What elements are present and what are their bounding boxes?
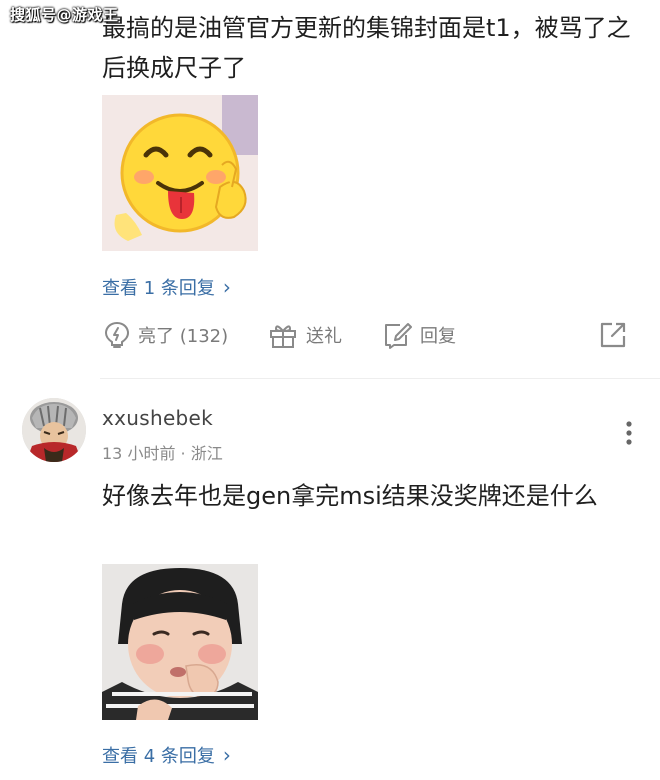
view-replies-link[interactable]: 查看 1 条回复 ›	[102, 274, 231, 300]
more-vertical-icon	[626, 421, 632, 445]
username[interactable]: xxushebek	[102, 406, 213, 430]
comment-meta: 13 小时前 · 浙江	[102, 444, 223, 463]
comment-actions-bar: 亮了 (132) 送礼 回复	[100, 318, 640, 352]
reply-label: 回复	[420, 326, 456, 347]
baby-face-image	[102, 564, 258, 720]
reply-button[interactable]: 回复	[382, 318, 456, 352]
chevron-right-icon: ›	[222, 743, 231, 767]
more-options-button[interactable]	[614, 418, 644, 448]
view-replies-label: 查看 4 条回复	[102, 746, 215, 767]
laughing-emoji-image	[102, 95, 258, 251]
laughing-emoji-sticker[interactable]	[102, 95, 258, 251]
view-replies-link[interactable]: 查看 4 条回复 ›	[102, 742, 231, 768]
lightbulb-icon	[104, 321, 130, 348]
share-button[interactable]	[598, 318, 628, 352]
comment-text: 好像去年也是gen拿完msi结果没奖牌还是什么	[102, 482, 598, 510]
source-watermark: 搜狐号@游戏王	[10, 6, 119, 24]
like-button[interactable]: 亮了 (132)	[104, 318, 228, 352]
gift-button[interactable]: 送礼	[268, 318, 342, 352]
like-label: 亮了 (132)	[138, 326, 229, 347]
edit-icon	[385, 323, 412, 349]
chevron-right-icon: ›	[222, 275, 231, 299]
gift-label: 送礼	[306, 326, 342, 347]
share-icon	[600, 322, 626, 348]
baby-face-sticker[interactable]	[102, 564, 258, 720]
avatar[interactable]	[22, 398, 86, 462]
avatar-image	[22, 398, 86, 462]
comment-text: 最搞的是油管官方更新的集锦封面是t1，被骂了之后换成尺子了	[102, 14, 631, 82]
comment-divider	[100, 378, 660, 379]
view-replies-label: 查看 1 条回复	[102, 278, 215, 299]
gift-icon	[270, 325, 296, 348]
